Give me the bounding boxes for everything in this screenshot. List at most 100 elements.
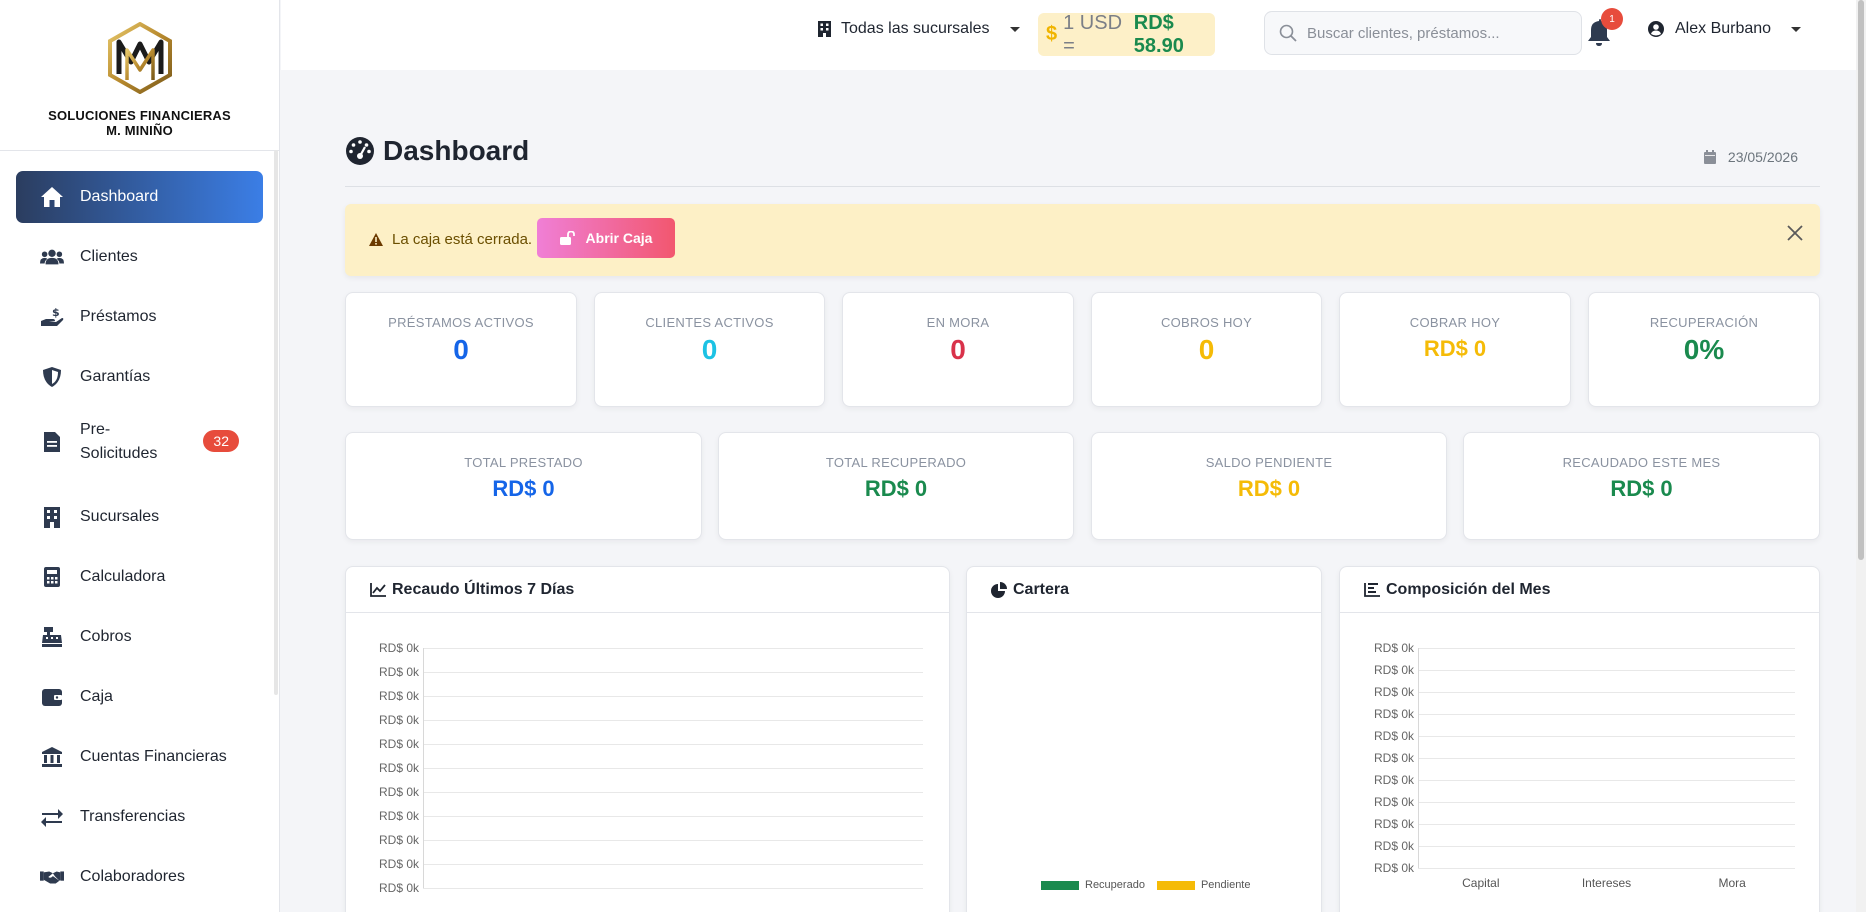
y-tick-label: RD$ 0k [1373,839,1414,853]
gridline [1418,692,1795,693]
y-tick-label: RD$ 0k [378,641,419,655]
y-tick-label: RD$ 0k [1373,685,1414,699]
calculator-icon [40,565,64,589]
sidebar-item-label: Cobros [80,628,132,645]
gridline [1418,714,1795,715]
sidebar-item-caja[interactable]: Caja [16,671,263,723]
close-icon[interactable] [1784,222,1806,244]
total-value: RD$ 0 [1237,476,1301,501]
alert-text: La caja está cerrada. [392,231,533,248]
gridline [1418,780,1795,781]
gridline [423,744,923,745]
total-card-recaudado-mes: RECAUDADO ESTE MES RD$ 0 [1463,432,1820,540]
y-tick-label: RD$ 0k [1373,773,1414,787]
total-value: RD$ 0 [864,476,928,501]
sidebar-item-prestamos[interactable]: $ Préstamos [16,291,263,343]
stat-value: RD$ 0 [1423,336,1487,361]
chart-legend: Recuperado Pendiente [1041,879,1250,891]
file-icon [40,430,64,454]
stat-card-recuperacion: RECUPERACIÓN 0% [1588,292,1820,407]
label-line-1: Pre- [80,421,111,438]
sidebar-item-label: Garantías [80,368,151,385]
search-box [1264,11,1582,55]
sidebar-item-label: Calculadora [80,568,166,585]
sidebar-item-calculadora[interactable]: Calculadora [16,551,263,603]
search-input[interactable] [1307,24,1567,42]
y-tick-label: RD$ 0k [1373,707,1414,721]
panel-composicion: Composición del Mes RD$ 0k RD$ 0k RD$ 0k RD… [1339,566,1820,912]
sidebar-item-label: Pre- Solicitudes [80,418,157,466]
logo-icon [107,22,172,94]
stat-value: 0 [453,334,469,365]
stat-value: 0 [701,334,718,365]
notification-badge: 1 [1601,8,1623,30]
scrollbar-thumb[interactable] [1858,0,1864,560]
stat-card-cobrar-hoy: COBRAR HOY RD$ 0 [1339,292,1571,407]
sidebar: SOLUCIONES FINANCIERAS M. MINIÑO Dashboa… [0,0,280,912]
gauge-icon [346,137,374,165]
panel-cartera: Cartera Recuperado Pendiente [966,566,1322,912]
stat-label: PRÉSTAMOS ACTIVOS [388,315,534,330]
y-tick-label: RD$ 0k [378,785,419,799]
legend-label-pendiente: Pendiente [1200,879,1251,891]
total-card-prestado: TOTAL PRESTADO RD$ 0 [345,432,702,540]
total-label: RECAUDADO ESTE MES [1562,455,1721,470]
y-axis [1418,648,1419,868]
gridline [1418,802,1795,803]
sidebar-item-dashboard[interactable]: Dashboard [16,171,263,223]
sidebar-item-clientes[interactable]: Clientes [16,231,263,283]
gridline [1418,846,1795,847]
gridline [423,720,923,721]
panel-title: Recaudo Últimos 7 Días [392,580,575,598]
open-cash-button[interactable]: Abrir Caja [537,218,675,258]
page-title: Dashboard [345,135,529,167]
sidebar-item-pre-solicitudes[interactable]: Pre- Solicitudes 32 [16,411,263,473]
sidebar-item-sucursales[interactable]: Sucursales [16,491,263,543]
wallet-icon [40,685,64,709]
composicion-chart: RD$ 0k RD$ 0k RD$ 0k RD$ 0k RD$ 0k RD$ 0k RD$ … [1340,613,1819,912]
stat-card-prestamos-activos: PRÉSTAMOS ACTIVOS 0 [345,292,577,407]
y-tick-label: RD$ 0k [378,809,419,823]
page-scrollbar[interactable] [1856,0,1866,912]
sidebar-item-label: Sucursales [80,508,160,525]
stat-value: 0 [950,334,966,365]
open-cash-label: Abrir Caja [585,230,653,246]
y-tick-label: RD$ 0k [1373,641,1414,655]
y-tick-label: RD$ 0k [1373,817,1414,831]
panel-title: Cartera [1013,580,1070,598]
stat-label: RECUPERACIÓN [1649,315,1759,330]
gridline [1418,758,1795,759]
sidebar-item-garantias[interactable]: Garantías [16,351,263,403]
total-card-saldo-pendiente: SALDO PENDIENTE RD$ 0 [1091,432,1447,540]
branch-label: Todas las sucursales [841,20,990,37]
y-tick-label: RD$ 0k [378,833,419,847]
sidebar-item-cuentas-financieras[interactable]: Cuentas Financieras [16,731,263,783]
sidebar-item-colaboradores[interactable]: Colaboradores [16,851,263,903]
shield-icon [40,365,64,389]
unlock-icon [559,231,575,245]
stat-value: 0% [1683,334,1725,365]
page-header: Dashboard 23/05/2026 [345,135,1820,187]
branch-selector[interactable]: Todas las sucursales [818,20,1020,38]
stat-value: 0 [1198,334,1215,365]
sidebar-item-cobros[interactable]: Cobros [16,611,263,663]
cash-register-icon [40,625,64,649]
brand-line-2: M. MINIÑO [106,123,173,138]
user-menu[interactable]: Alex Burbano [1648,20,1802,38]
home-icon [40,185,64,209]
y-tick-label: RD$ 0k [378,713,419,727]
y-tick-label: RD$ 0k [378,881,419,895]
brand[interactable]: SOLUCIONES FINANCIERAS M. MINIÑO [0,0,279,151]
cash-closed-alert: La caja está cerrada. Abrir Caja [345,204,1820,276]
total-value: RD$ 0 [492,476,555,501]
sidebar-item-label: Transferencias [80,808,186,825]
search-icon [1279,24,1297,42]
sidebar-scrollbar[interactable] [274,150,278,695]
total-label: SALDO PENDIENTE [1205,455,1333,470]
sidebar-item-label: Colaboradores [80,868,185,885]
pie-chart-icon [991,581,1007,598]
sidebar-item-transferencias[interactable]: Transferencias [16,791,263,843]
gridline [423,864,923,865]
gridline [423,816,923,817]
y-tick-label: RD$ 0k [378,761,419,775]
